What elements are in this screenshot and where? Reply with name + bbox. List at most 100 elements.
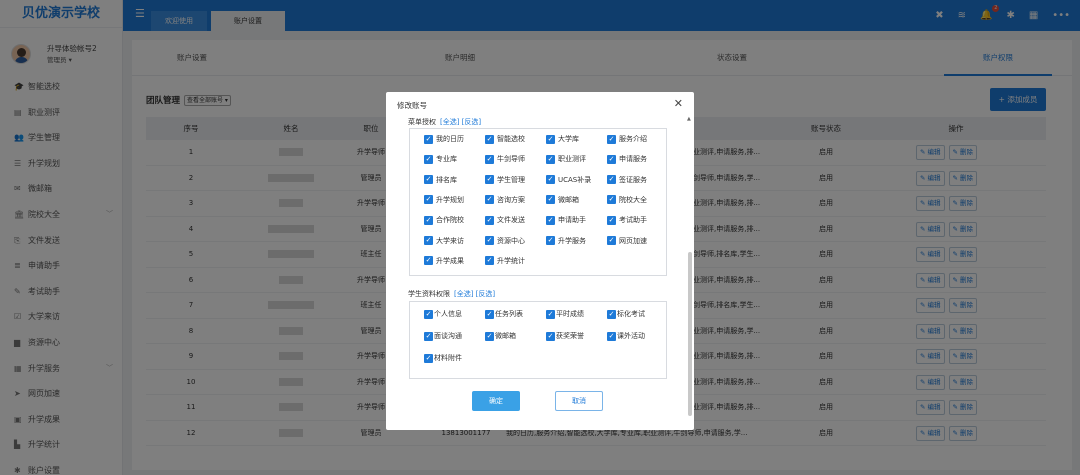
menu-permission-checkbox[interactable]: ✓ 大学来访 (424, 236, 464, 246)
check-icon: ✓ (485, 175, 494, 185)
check-icon: ✓ (546, 236, 555, 245)
check-icon: ✓ (607, 331, 616, 341)
checkbox-label: 网页加速 (619, 236, 647, 245)
menu-permission-checkbox[interactable]: ✓ 网页加速 (607, 236, 647, 246)
check-icon: ✓ (424, 353, 433, 363)
checkbox-label: 升学统计 (497, 256, 525, 265)
modal-body: 菜单授权 [全选] [反选] ✓ 我的日历 ✓ 智能选校 ✓ 大学库 ✓ 服务介绍 ✓ 专业库 ✓ 牛剑… (386, 114, 686, 400)
checkbox-label: 合作院校 (436, 216, 464, 225)
checkbox-label: 任务列表 (495, 310, 523, 318)
checkbox-label: 微邮箱 (495, 332, 516, 340)
check-icon: ✓ (607, 154, 616, 164)
menu-permission-checkbox[interactable]: ✓ 服务介绍 (607, 134, 647, 144)
check-icon: ✓ (424, 331, 433, 341)
check-icon: ✓ (546, 331, 555, 341)
modal-title: 修改账号 (397, 101, 427, 110)
menu-permission-checkbox[interactable]: ✓ 智能选校 (485, 134, 525, 144)
menu-permission-checkbox[interactable]: ✓ 资源中心 (485, 236, 525, 246)
check-icon: ✓ (424, 134, 433, 144)
menu-permission-checkbox[interactable]: ✓ 申请服务 (607, 154, 647, 164)
check-icon: ✓ (485, 215, 494, 225)
student-permission-checkbox[interactable]: ✓ 课外活动 (607, 331, 645, 341)
menu-permission-checkbox[interactable]: ✓ 考试助手 (607, 215, 647, 225)
check-icon: ✓ (424, 215, 433, 225)
check-icon: ✓ (424, 236, 433, 245)
confirm-button[interactable]: 确定 (472, 391, 520, 411)
checkbox-label: 个人信息 (434, 310, 462, 318)
check-icon: ✓ (424, 154, 433, 164)
checkbox-label: 服务介绍 (619, 135, 647, 143)
student-permission-checkbox[interactable]: ✓ 面谈沟通 (424, 331, 462, 341)
check-icon: ✓ (546, 154, 555, 164)
checkbox-label: 面谈沟通 (434, 332, 462, 340)
student-permissions-box: ✓ 个人信息 ✓ 任务列表 ✓ 平时成绩 ✓ 标化考试 ✓ 面谈沟通 ✓ 微邮箱 ✓ 获奖荣誉 ✓ 课外活动 ✓… (409, 301, 667, 379)
student-section-label: 学生资料权限 [全选] [反选] (408, 289, 495, 299)
menu-permission-checkbox[interactable]: ✓ 合作院校 (424, 215, 464, 225)
check-icon: ✓ (485, 134, 494, 144)
check-icon: ✓ (424, 195, 433, 205)
check-icon: ✓ (424, 309, 433, 319)
menu-permission-checkbox[interactable]: ✓ 签证服务 (607, 175, 647, 185)
checkbox-label: 资源中心 (497, 236, 525, 245)
menu-permission-checkbox[interactable]: ✓ 排名库 (424, 175, 457, 185)
checkbox-label: 文件发送 (497, 216, 525, 225)
check-icon: ✓ (546, 134, 555, 144)
checkbox-label: 申请助手 (558, 216, 586, 225)
checkbox-label: 材料附件 (434, 354, 462, 362)
student-permission-checkbox[interactable]: ✓ 平时成绩 (546, 309, 584, 319)
check-icon: ✓ (424, 175, 433, 185)
check-icon: ✓ (485, 309, 494, 319)
checkbox-label: 课外活动 (617, 332, 645, 340)
menu-permission-checkbox[interactable]: ✓ 牛剑导师 (485, 154, 525, 164)
checkbox-label: 牛剑导师 (497, 155, 525, 164)
scroll-up-icon[interactable]: ▲ (687, 116, 691, 122)
student-select-links[interactable]: [全选] [反选] (454, 290, 495, 298)
menu-permission-checkbox[interactable]: ✓ UCAS补录 (546, 175, 591, 185)
menu-permission-checkbox[interactable]: ✓ 文件发送 (485, 215, 525, 225)
check-icon: ✓ (607, 215, 616, 225)
close-icon[interactable]: ✕ (674, 97, 683, 110)
menu-permissions-box: ✓ 我的日历 ✓ 智能选校 ✓ 大学库 ✓ 服务介绍 ✓ 专业库 ✓ 牛剑导师 ✓ 职业测评 ✓ 申请服务 ✓ 排… (409, 128, 667, 276)
checkbox-label: 院校大全 (619, 195, 647, 204)
check-icon: ✓ (607, 175, 616, 185)
check-icon: ✓ (485, 195, 494, 205)
menu-permission-checkbox[interactable]: ✓ 升学统计 (485, 256, 525, 266)
checkbox-label: 职业测评 (558, 155, 586, 164)
student-permission-checkbox[interactable]: ✓ 获奖荣誉 (546, 331, 584, 341)
check-icon: ✓ (485, 236, 494, 245)
checkbox-label: 签证服务 (619, 175, 647, 184)
checkbox-label: UCAS补录 (558, 175, 592, 184)
checkbox-label: 大学库 (558, 135, 579, 143)
menu-select-links[interactable]: [全选] [反选] (440, 118, 481, 126)
menu-permission-checkbox[interactable]: ✓ 专业库 (424, 154, 457, 164)
menu-permission-checkbox[interactable]: ✓ 职业测评 (546, 154, 586, 164)
menu-permission-checkbox[interactable]: ✓ 咨询方案 (485, 195, 525, 205)
menu-permission-checkbox[interactable]: ✓ 我的日历 (424, 134, 464, 144)
check-icon: ✓ (607, 309, 616, 319)
checkbox-label: 专业库 (436, 155, 457, 164)
checkbox-label: 我的日历 (436, 135, 464, 143)
check-icon: ✓ (485, 331, 494, 341)
menu-permission-checkbox[interactable]: ✓ 微邮箱 (546, 195, 579, 205)
student-permission-checkbox[interactable]: ✓ 个人信息 (424, 309, 462, 319)
check-icon: ✓ (607, 134, 616, 144)
student-permission-checkbox[interactable]: ✓ 微邮箱 (485, 331, 516, 341)
menu-permission-checkbox[interactable]: ✓ 升学服务 (546, 236, 586, 246)
checkbox-label: 升学规划 (436, 195, 464, 204)
menu-permission-checkbox[interactable]: ✓ 升学规划 (424, 195, 464, 205)
menu-permission-checkbox[interactable]: ✓ 院校大全 (607, 195, 647, 205)
student-permission-checkbox[interactable]: ✓ 材料附件 (424, 353, 462, 363)
menu-section-title: 菜单授权 (408, 118, 436, 126)
menu-permission-checkbox[interactable]: ✓ 申请助手 (546, 215, 586, 225)
checkbox-label: 申请服务 (619, 155, 647, 164)
cancel-button[interactable]: 取消 (555, 391, 603, 411)
menu-permission-checkbox[interactable]: ✓ 学生管理 (485, 175, 525, 185)
student-permission-checkbox[interactable]: ✓ 标化考试 (607, 309, 645, 319)
menu-permission-checkbox[interactable]: ✓ 大学库 (546, 134, 579, 144)
menu-permission-checkbox[interactable]: ✓ 升学成果 (424, 256, 464, 266)
checkbox-label: 大学来访 (436, 236, 464, 245)
student-permission-checkbox[interactable]: ✓ 任务列表 (485, 309, 523, 319)
checkbox-label: 升学成果 (436, 256, 464, 265)
check-icon: ✓ (424, 256, 433, 266)
modal-scrollbar-thumb[interactable] (688, 252, 692, 416)
